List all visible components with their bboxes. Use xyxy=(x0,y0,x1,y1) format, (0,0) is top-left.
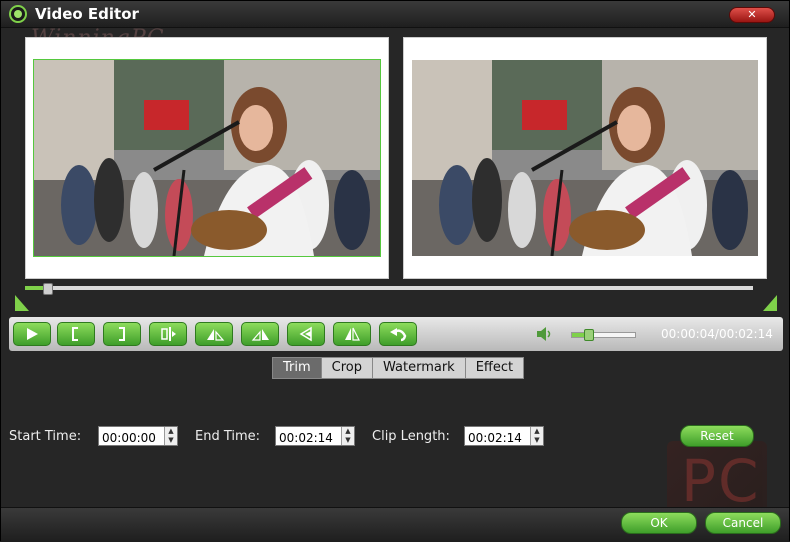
spin-down-icon[interactable]: ▼ xyxy=(342,436,354,445)
split-button[interactable] xyxy=(149,322,187,346)
output-video-frame xyxy=(412,60,758,256)
end-time-label: End Time: xyxy=(195,429,261,444)
end-time-spinner[interactable]: ▲ ▼ xyxy=(341,427,354,445)
play-icon xyxy=(27,328,38,340)
tab-effect[interactable]: Effect xyxy=(465,357,525,379)
spin-down-icon[interactable]: ▼ xyxy=(165,436,177,445)
volume-knob[interactable] xyxy=(583,329,594,341)
watermark-logo-text: PC xyxy=(681,447,761,515)
play-button[interactable] xyxy=(13,322,51,346)
trim-start-marker[interactable] xyxy=(15,295,29,311)
volume-icon[interactable] xyxy=(535,326,555,342)
app-logo-icon xyxy=(9,5,27,23)
flip-vertical-button[interactable] xyxy=(333,322,371,346)
street-performer-image xyxy=(34,60,380,256)
flip-horizontal-icon xyxy=(299,326,312,342)
undo-button[interactable] xyxy=(379,322,417,346)
start-time-spinner[interactable]: ▲ ▼ xyxy=(164,427,177,445)
time-readout: 00:00:04/00:02:14 xyxy=(661,327,773,341)
volume-slider[interactable] xyxy=(571,329,636,341)
split-icon xyxy=(161,327,176,341)
bracket-right-icon xyxy=(119,327,125,341)
timeline-handle[interactable] xyxy=(42,283,53,295)
undo-icon xyxy=(390,328,407,342)
video-editor-window: Video Editor ✕ WinningPC PC xyxy=(0,0,790,542)
editor-tabs: Trim Crop Watermark Effect xyxy=(272,357,525,379)
close-button[interactable]: ✕ xyxy=(729,7,775,23)
bracket-left-icon xyxy=(72,327,78,341)
flip-vertical-icon xyxy=(345,327,360,341)
tab-crop[interactable]: Crop xyxy=(321,357,373,379)
playback-toolbar: 00:00:04/00:02:14 xyxy=(9,317,783,351)
clip-length-field[interactable]: ▲▼ xyxy=(464,426,544,447)
timeline-slider[interactable] xyxy=(25,283,753,295)
set-start-button[interactable] xyxy=(57,322,95,346)
start-time-field[interactable]: ▲▼ xyxy=(98,426,178,447)
rotate-right-button[interactable] xyxy=(241,322,279,346)
street-performer-output-image xyxy=(412,60,758,256)
spin-up-icon[interactable]: ▲ xyxy=(342,427,354,436)
rotate-right-icon xyxy=(251,329,269,341)
flip-horizontal-button[interactable] xyxy=(287,322,325,346)
reset-button[interactable]: Reset xyxy=(680,425,754,447)
spin-up-icon[interactable]: ▲ xyxy=(531,427,543,436)
ok-button[interactable]: OK xyxy=(621,512,697,534)
rotate-left-icon xyxy=(207,329,225,341)
start-time-label: Start Time: xyxy=(9,429,82,444)
window-title: Video Editor xyxy=(35,5,139,23)
tab-trim[interactable]: Trim xyxy=(272,357,322,379)
set-end-button[interactable] xyxy=(103,322,141,346)
tab-watermark[interactable]: Watermark xyxy=(373,357,466,379)
clip-length-spinner[interactable]: ▲ ▼ xyxy=(530,427,543,445)
end-time-field[interactable]: ▲▼ xyxy=(275,426,355,447)
rotate-left-button[interactable] xyxy=(195,322,233,346)
original-preview xyxy=(25,37,389,279)
spin-down-icon[interactable]: ▼ xyxy=(531,436,543,445)
original-video-frame xyxy=(33,59,381,257)
output-preview xyxy=(403,37,767,279)
title-bar: Video Editor ✕ xyxy=(1,1,789,28)
cancel-button[interactable]: Cancel xyxy=(705,512,781,534)
trim-end-marker[interactable] xyxy=(763,295,777,311)
clip-length-label: Clip Length: xyxy=(372,429,450,444)
spin-up-icon[interactable]: ▲ xyxy=(165,427,177,436)
